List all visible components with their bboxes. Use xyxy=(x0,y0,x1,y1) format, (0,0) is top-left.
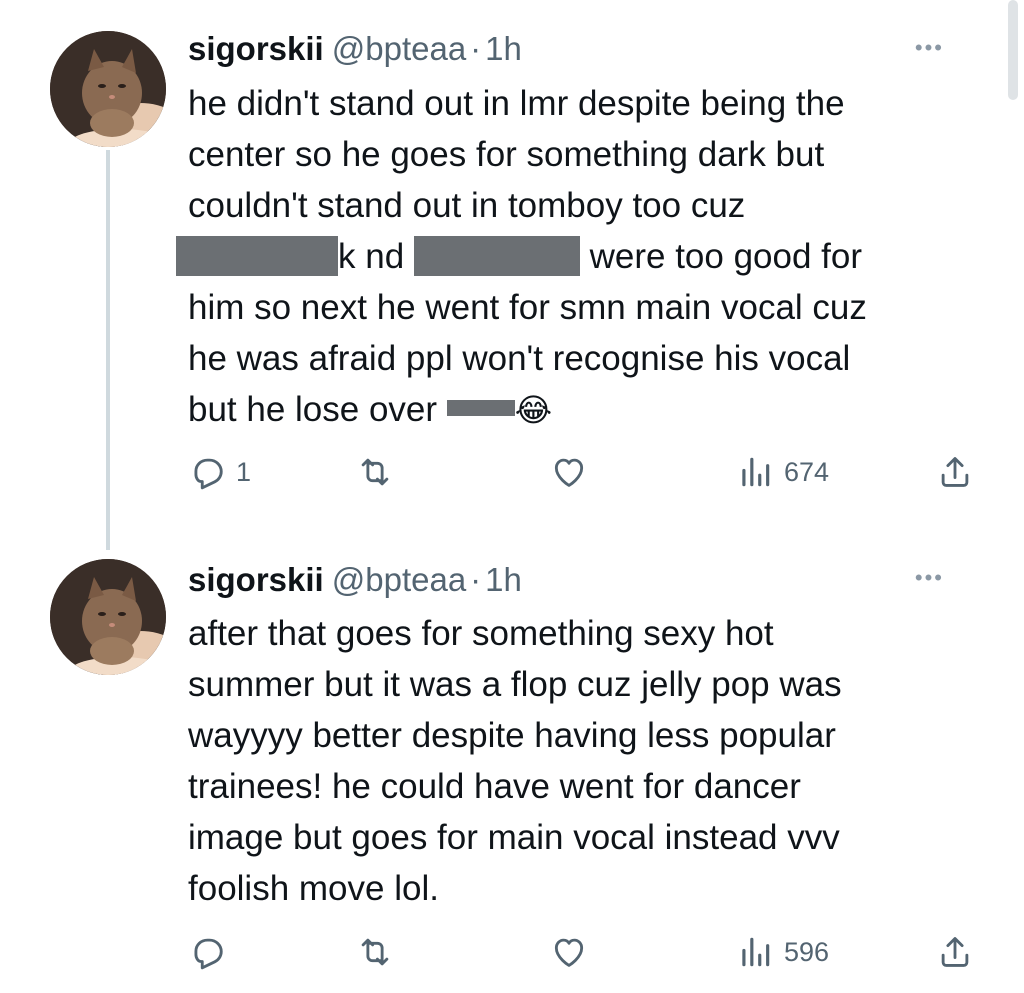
tweet-actions: 596 xyxy=(188,930,978,974)
text-line: image but goes for main vocal instead vv… xyxy=(188,818,840,857)
tweet-actions: 1 674 xyxy=(188,450,978,494)
separator-dot: · xyxy=(470,561,482,598)
reply-button[interactable]: 1 xyxy=(188,450,251,494)
text-fragment: k nd xyxy=(338,237,414,276)
share-button[interactable] xyxy=(936,450,974,494)
text-line: he was afraid ppl won't recognise his vo… xyxy=(188,339,851,378)
text-line: summer but it was a flop cuz jelly pop w… xyxy=(188,665,842,704)
views-chart-icon xyxy=(742,937,770,967)
reply-count: 1 xyxy=(236,456,252,487)
views-count: 596 xyxy=(784,936,830,967)
views-count: 674 xyxy=(784,456,830,487)
text-fragment: but he lose over xyxy=(188,390,447,429)
text-line-redacted: k nd were too good for xyxy=(176,231,978,282)
views-button[interactable]: 674 xyxy=(736,450,829,494)
heart-icon xyxy=(554,458,584,487)
separator-dot: · xyxy=(470,30,482,67)
more-options-icon[interactable]: ••• xyxy=(915,567,944,589)
like-button[interactable] xyxy=(550,930,598,974)
like-button[interactable] xyxy=(550,450,598,494)
text-line: he didn't stand out in lmr despite being… xyxy=(188,84,845,123)
user-handle[interactable]: @bpteaa xyxy=(332,30,466,67)
reply-icon xyxy=(194,458,223,490)
share-icon xyxy=(941,457,969,487)
retweet-button[interactable] xyxy=(356,450,404,494)
text-line: wayyyy better despite having less popula… xyxy=(188,716,836,755)
laughing-emoji-icon: 😂 xyxy=(514,392,553,428)
reply-button[interactable] xyxy=(188,930,236,974)
user-handle[interactable]: @bpteaa xyxy=(332,561,466,598)
tweet[interactable]: sigorskii @bpteaa · 1h ••• after that goes … xyxy=(0,530,1024,993)
text-fragment: were too good for xyxy=(579,237,863,276)
text-line-redacted: but he lose over 😂 xyxy=(188,384,978,435)
avatar[interactable] xyxy=(50,559,166,675)
timestamp[interactable]: 1h xyxy=(485,30,522,67)
tweet-text: he didn't stand out in lmr despite being… xyxy=(176,78,978,435)
text-line: after that goes for something sexy hot xyxy=(188,614,774,653)
heart-icon xyxy=(554,938,584,967)
views-button[interactable]: 596 xyxy=(736,930,829,974)
retweet-icon xyxy=(361,458,389,486)
tweet-header: sigorskii @bpteaa · 1h xyxy=(188,560,964,600)
text-line: him so next he went for smn main vocal c… xyxy=(188,288,867,327)
text-line: trainees! he could have went for dancer xyxy=(188,767,801,806)
retweet-icon xyxy=(361,938,389,966)
text-line: center so he goes for something dark but xyxy=(188,135,825,174)
reply-icon xyxy=(194,938,223,970)
timestamp[interactable]: 1h xyxy=(485,561,522,598)
cat-photo-icon xyxy=(50,31,166,147)
share-icon xyxy=(941,937,969,967)
display-name[interactable]: sigorskii xyxy=(188,30,324,67)
cat-photo-icon xyxy=(50,559,166,675)
display-name[interactable]: sigorskii xyxy=(188,561,324,598)
tweet[interactable]: sigorskii @bpteaa · 1h ••• he didn't stand … xyxy=(0,0,1024,530)
redaction-bar xyxy=(446,399,515,416)
retweet-button[interactable] xyxy=(356,930,404,974)
views-chart-icon xyxy=(742,457,770,487)
redaction-bar xyxy=(176,235,338,276)
text-line: foolish move lol. xyxy=(188,869,439,908)
redaction-bar xyxy=(413,235,580,276)
text-line: couldn't stand out in tomboy too cuz xyxy=(188,186,746,225)
avatar[interactable] xyxy=(50,31,166,147)
tweet-header: sigorskii @bpteaa · 1h xyxy=(188,29,964,69)
more-options-icon[interactable]: ••• xyxy=(915,37,944,59)
share-button[interactable] xyxy=(936,930,974,974)
tweet-text: after that goes for something sexy hot s… xyxy=(188,608,978,914)
